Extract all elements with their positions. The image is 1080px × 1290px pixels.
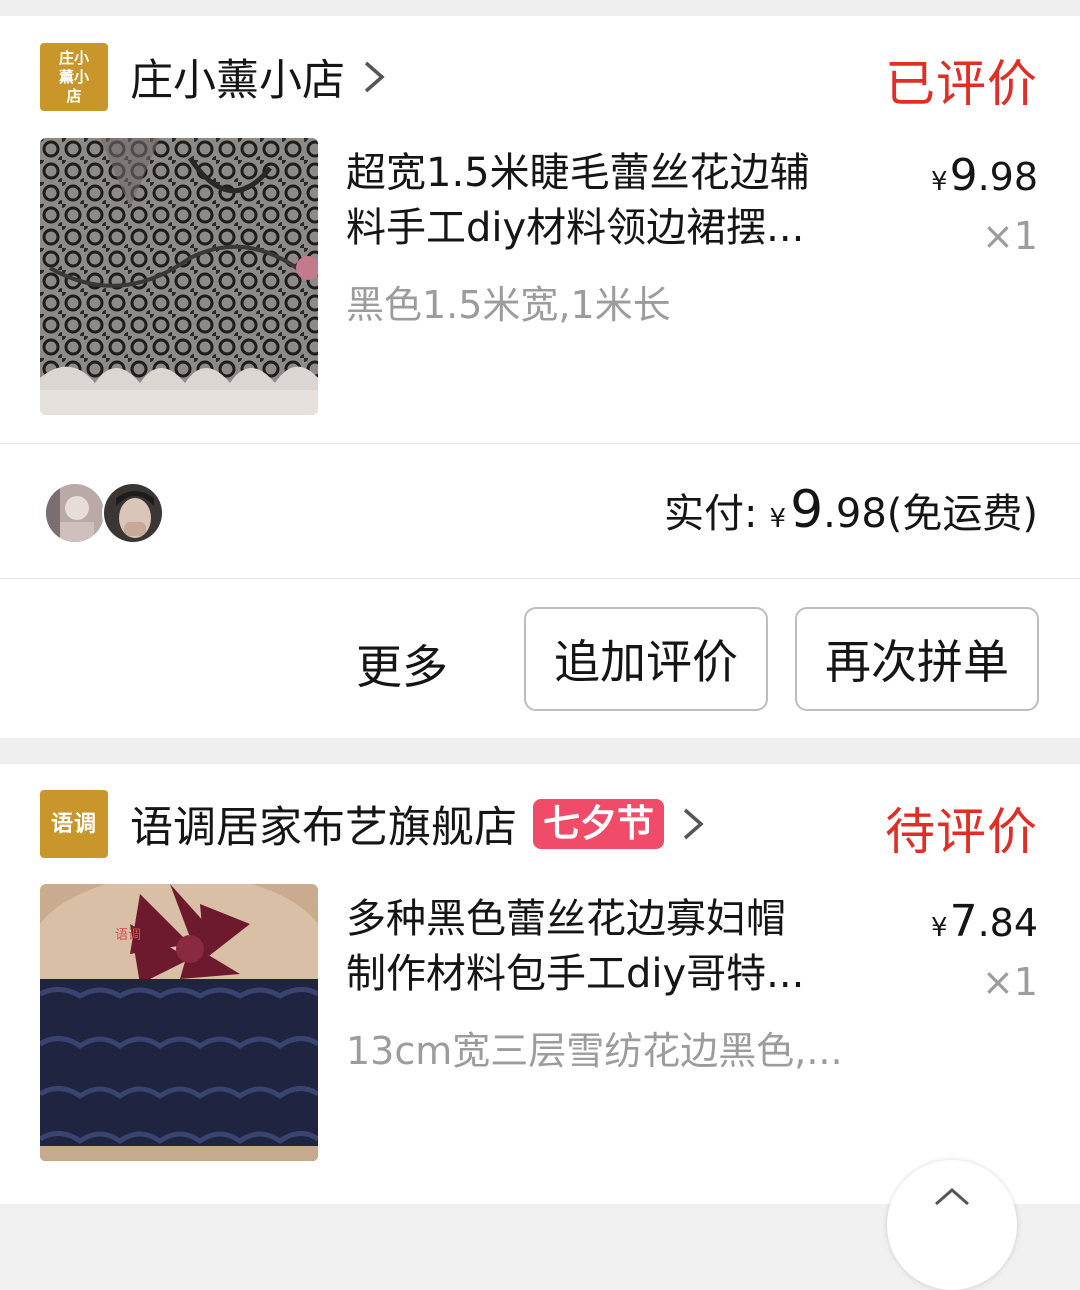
order-status: 待评价	[885, 803, 1038, 861]
shop-name[interactable]: 语调居家布艺旗舰店	[130, 793, 517, 855]
goods-spec: 13cm宽三层雪纺花边黑色,...	[346, 1029, 843, 1073]
goods-price: ¥7.84	[931, 896, 1038, 947]
chevron-up-icon	[935, 1188, 969, 1206]
rebuy-button[interactable]: 再次拼单	[795, 607, 1039, 711]
image-watermark: 语调	[115, 928, 141, 943]
payment-row: 实付: ¥9.98(免运费)	[0, 444, 1080, 578]
goods-quantity: ×1	[981, 960, 1038, 1004]
card-separator	[0, 738, 1080, 764]
goods-spec: 黑色1.5米宽,1米长	[346, 283, 671, 327]
goods-item[interactable]: 语调 多种黑色蕾丝花边寡妇帽 制作材料包手工diy哥特... 13cm宽三层雪纺…	[0, 884, 1080, 1184]
goods-quantity: ×1	[981, 214, 1038, 258]
price-integer: 7	[949, 896, 978, 947]
group-avatars[interactable]	[44, 482, 174, 544]
shop-logo: 庄小薰小店	[40, 43, 108, 111]
goods-title[interactable]: 超宽1.5米睫毛蕾丝花边辅 料手工diy材料领边裙摆...	[346, 146, 886, 256]
shop-header[interactable]: 语调 语调居家布艺旗舰店 七夕节 待评价	[0, 764, 1080, 884]
goods-title-line: 超宽1.5米睫毛蕾丝花边辅	[346, 150, 810, 196]
currency-symbol: ¥	[769, 504, 787, 534]
price-decimal: .98	[977, 155, 1038, 199]
payment-label: 实付:	[664, 491, 758, 537]
goods-item[interactable]: 超宽1.5米睫毛蕾丝花边辅 料手工diy材料领边裙摆... 黑色1.5米宽,1米…	[0, 138, 1080, 416]
goods-image[interactable]	[40, 138, 318, 415]
goods-image[interactable]: 语调	[40, 884, 318, 1161]
top-gap	[0, 0, 1080, 16]
order-card: 语调 语调居家布艺旗舰店 七夕节 待评价 语调 多种黑色蕾丝花边寡妇帽 制作材料…	[0, 764, 1080, 1204]
goods-title-line: 多种黑色蕾丝花边寡妇帽	[346, 896, 786, 942]
shop-header[interactable]: 庄小薰小店 庄小薰小店 已评价	[0, 16, 1080, 138]
goods-title-line: 制作材料包手工diy哥特...	[346, 951, 805, 997]
action-buttons: 更多 追加评价 再次拼单	[0, 579, 1080, 739]
avatar	[44, 482, 106, 544]
add-review-button[interactable]: 追加评价	[524, 607, 768, 711]
shop-logo-text: 庄小薰小店	[58, 48, 89, 105]
currency-symbol: ¥	[931, 913, 948, 943]
order-status: 已评价	[885, 55, 1038, 113]
price-integer: 9	[949, 150, 978, 201]
order-card: 庄小薰小店 庄小薰小店 已评价 超宽1.5米睫毛蕾丝花边辅 料手工diy材料领边…	[0, 16, 1080, 738]
shop-logo-text: 语调	[50, 811, 97, 837]
chevron-right-icon[interactable]	[353, 57, 393, 97]
avatar	[102, 482, 164, 544]
back-to-top-button[interactable]	[887, 1160, 1017, 1290]
shipping-note: (免运费)	[886, 491, 1038, 537]
festival-badge: 七夕节	[533, 799, 664, 849]
more-button[interactable]: 更多	[356, 631, 448, 697]
price-decimal: .84	[977, 901, 1038, 945]
shop-name[interactable]: 庄小薰小店	[130, 46, 345, 108]
shop-logo: 语调	[40, 790, 108, 858]
goods-price: ¥9.98	[931, 150, 1038, 201]
goods-title-line: 料手工diy材料领边裙摆...	[346, 205, 805, 251]
payment-integer: 9	[790, 480, 824, 540]
payment-decimal: .98	[823, 491, 887, 537]
currency-symbol: ¥	[931, 167, 948, 197]
chevron-right-icon[interactable]	[672, 804, 712, 844]
actual-payment: 实付: ¥9.98(免运费)	[664, 480, 1038, 540]
goods-title[interactable]: 多种黑色蕾丝花边寡妇帽 制作材料包手工diy哥特...	[346, 892, 886, 1002]
